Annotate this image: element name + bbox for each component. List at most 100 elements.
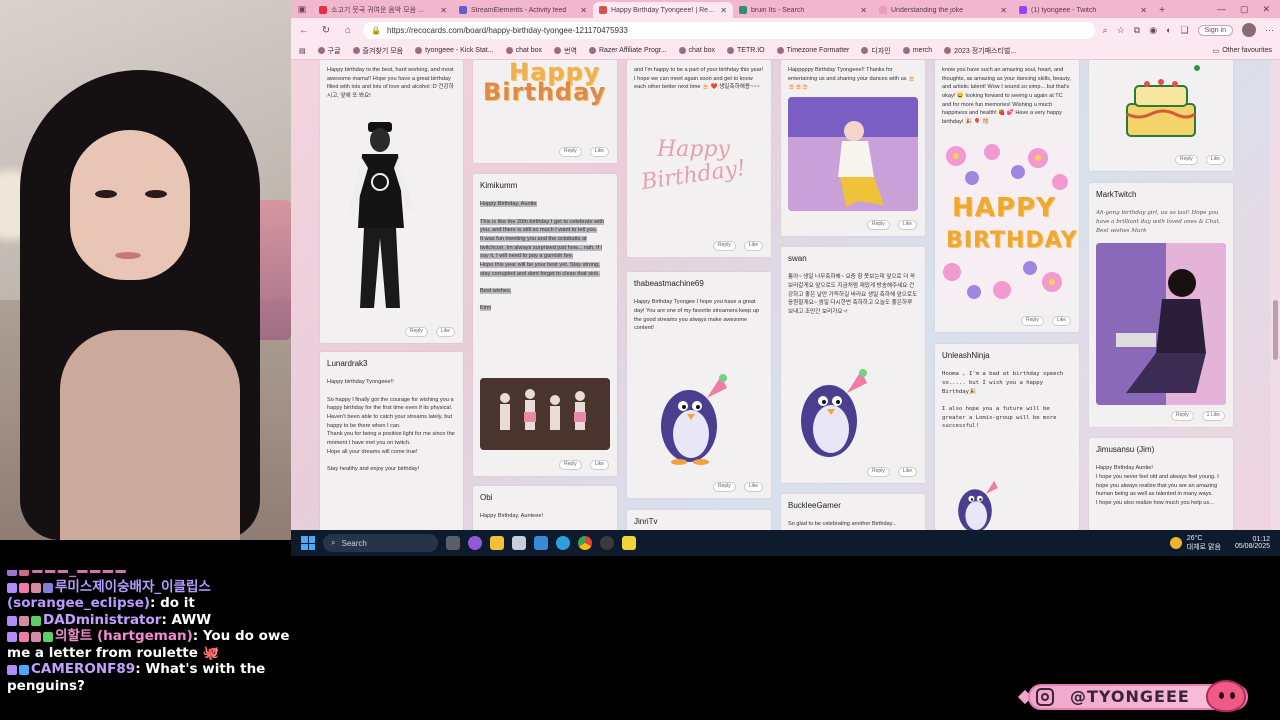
heart-badge-icon [19,632,29,642]
badge-icon [43,582,53,593]
chat-badges [7,632,53,642]
bookmark-item[interactable]: TETR.IO [727,47,765,54]
kakaotalk-icon[interactable] [622,536,636,550]
other-favourites[interactable]: ▭ Other favourites [1213,47,1272,55]
bookmark-item[interactable]: tyongeee - Kick Stat... [415,47,494,54]
extension-icon[interactable]: ◉ [1149,25,1157,36]
app-icon[interactable] [512,536,526,550]
bookmark-item[interactable]: chat box [678,47,715,54]
reply-button[interactable]: Reply [867,467,890,477]
like-button[interactable]: Like [589,147,609,157]
home-icon[interactable]: ⌂ [341,25,355,36]
bookmark-item[interactable]: Timezone Formatter [776,47,849,54]
chat-badges [7,665,29,675]
like-button[interactable]: Like [1051,316,1071,326]
bookmark-item[interactable]: 구글 [317,46,341,56]
reply-button[interactable]: Reply [713,482,736,492]
birthday-text-art: Birthday [483,78,607,106]
tab-4[interactable]: Understanding the joke ✕ [873,2,1013,18]
tab-3[interactable]: bruin Its - Search ✕ [733,2,873,18]
sign-in-button[interactable]: Sign in [1197,24,1233,36]
chrome-icon[interactable] [578,536,592,550]
card-marktwitch: MarkTwitch Ah-gong birthday girl, uu so … [1089,183,1233,427]
task-view-icon[interactable] [446,536,460,550]
menu-icon[interactable]: ⋯ [1265,25,1274,36]
tab-2-active[interactable]: Happy Birthday Tyongeee! | Reco... ✕ [593,2,733,18]
card-message: It was fun meeting you and the octobutts… [480,236,603,260]
card-message: Thank you for being a positive light for… [327,431,455,446]
close-icon[interactable]: ✕ [1000,6,1007,15]
close-icon[interactable]: ✕ [1140,6,1147,15]
reply-button[interactable]: Reply [867,220,890,230]
extension-icon[interactable]: ◐ [1166,25,1171,35]
tab-1[interactable]: StreamElements - Activity feed ✕ [453,2,593,18]
bookmark-item[interactable]: 디자인 [861,46,891,56]
tab-0[interactable]: 소고기 뭇국 귀여운 음악 모음 ... ✕ [313,2,453,18]
card-message: 통아~ 생일 너무축하해~ 요즘 항 못보는데 앞으로 더 꼭 보러갈게요 앞으… [788,274,918,316]
bookmark-item[interactable]: 2023 정기패스티벌... [944,46,1016,56]
weather-widget[interactable]: 26°C 대체로 맑음 [1169,535,1221,552]
url-input[interactable]: 🔒 https://recocards.com/board/happy-birt… [363,21,1095,39]
copilot-icon[interactable] [468,536,482,550]
bookmarks-folder-icon[interactable]: ▤ [299,47,306,55]
like-button[interactable]: Like [435,327,455,337]
close-icon[interactable]: ✕ [580,6,587,15]
close-icon[interactable]: ✕ [720,6,727,15]
reply-button[interactable]: Reply [1021,316,1044,326]
like-button[interactable]: 1 Like [1201,411,1225,421]
recocards-board[interactable]: Happy birthday to the best, hard working… [291,60,1280,530]
like-button[interactable]: Like [897,220,917,230]
badge-icon [7,582,17,593]
tab-title: bruin Its - Search [751,6,805,14]
like-button[interactable]: Like [743,482,763,492]
refresh-icon[interactable]: ↻ [319,25,333,36]
maximize-icon[interactable]: ▢ [1240,4,1249,15]
clock[interactable]: 01:12 05/08/2025 [1235,536,1270,550]
card-actions: Reply Like [867,467,917,477]
app-icon[interactable] [534,536,548,550]
reply-button[interactable]: Reply [1170,411,1194,421]
zoom-icon[interactable]: ⌕ [1103,25,1108,36]
close-window-icon[interactable]: ✕ [1262,4,1270,15]
close-icon[interactable]: ✕ [440,6,447,15]
card-actions: Reply Like [1021,316,1071,326]
card-jinritv: JinriTv [627,510,771,530]
card-message: Happy birthday Tyongeee!! [327,379,394,386]
like-button[interactable]: Like [589,460,609,470]
scrollbar-thumb[interactable] [1273,300,1278,360]
file-explorer-icon[interactable] [490,536,504,550]
bookmark-item[interactable]: Razer Affiliate Progr... [588,47,667,54]
close-icon[interactable]: ✕ [860,6,867,15]
page-scrollbar[interactable] [1271,60,1280,530]
obs-icon[interactable] [600,536,614,550]
bookmark-label: TETR.IO [737,47,765,54]
card-author: Obi [480,493,493,502]
like-button[interactable]: Like [743,241,763,251]
badge-icon [31,632,41,642]
bookmark-item[interactable]: 번역 [554,46,577,56]
reply-button[interactable]: Reply [713,241,736,251]
tab-5[interactable]: (1) tyongeee - Twitch ✕ [1013,2,1153,18]
like-button[interactable]: Like [1205,155,1225,165]
favorite-star-icon[interactable]: ☆ [1117,25,1125,36]
browser-window: ▣ 소고기 뭇국 귀여운 음악 모음 ... ✕ StreamElements … [291,0,1280,530]
tab-actions-icon[interactable]: ▣ [291,0,313,18]
minimize-icon[interactable]: — [1217,4,1226,15]
reply-button[interactable]: Reply [405,327,428,337]
card-c5: know you have such an amazing soul, hear… [935,60,1079,332]
reply-button[interactable]: Reply [1175,155,1198,165]
reply-button[interactable]: Reply [559,147,582,157]
edge-icon[interactable] [556,536,570,550]
bookmark-item[interactable]: chat box [505,47,542,54]
windows-start-icon[interactable] [301,536,315,550]
back-icon[interactable]: ← [297,25,311,36]
extension-icon[interactable]: ⧉ [1134,25,1140,36]
like-button[interactable]: Like [897,467,917,477]
new-tab-button[interactable]: + [1153,2,1171,18]
bookmark-item[interactable]: 즐겨찾기 모음 [352,46,403,56]
taskbar-search[interactable]: ⌕ Search [323,534,438,552]
reply-button[interactable]: Reply [559,460,582,470]
profile-avatar[interactable] [1242,23,1256,37]
bookmark-item[interactable]: merch [902,47,932,54]
favorites-icon[interactable]: ❏ [1181,25,1189,36]
